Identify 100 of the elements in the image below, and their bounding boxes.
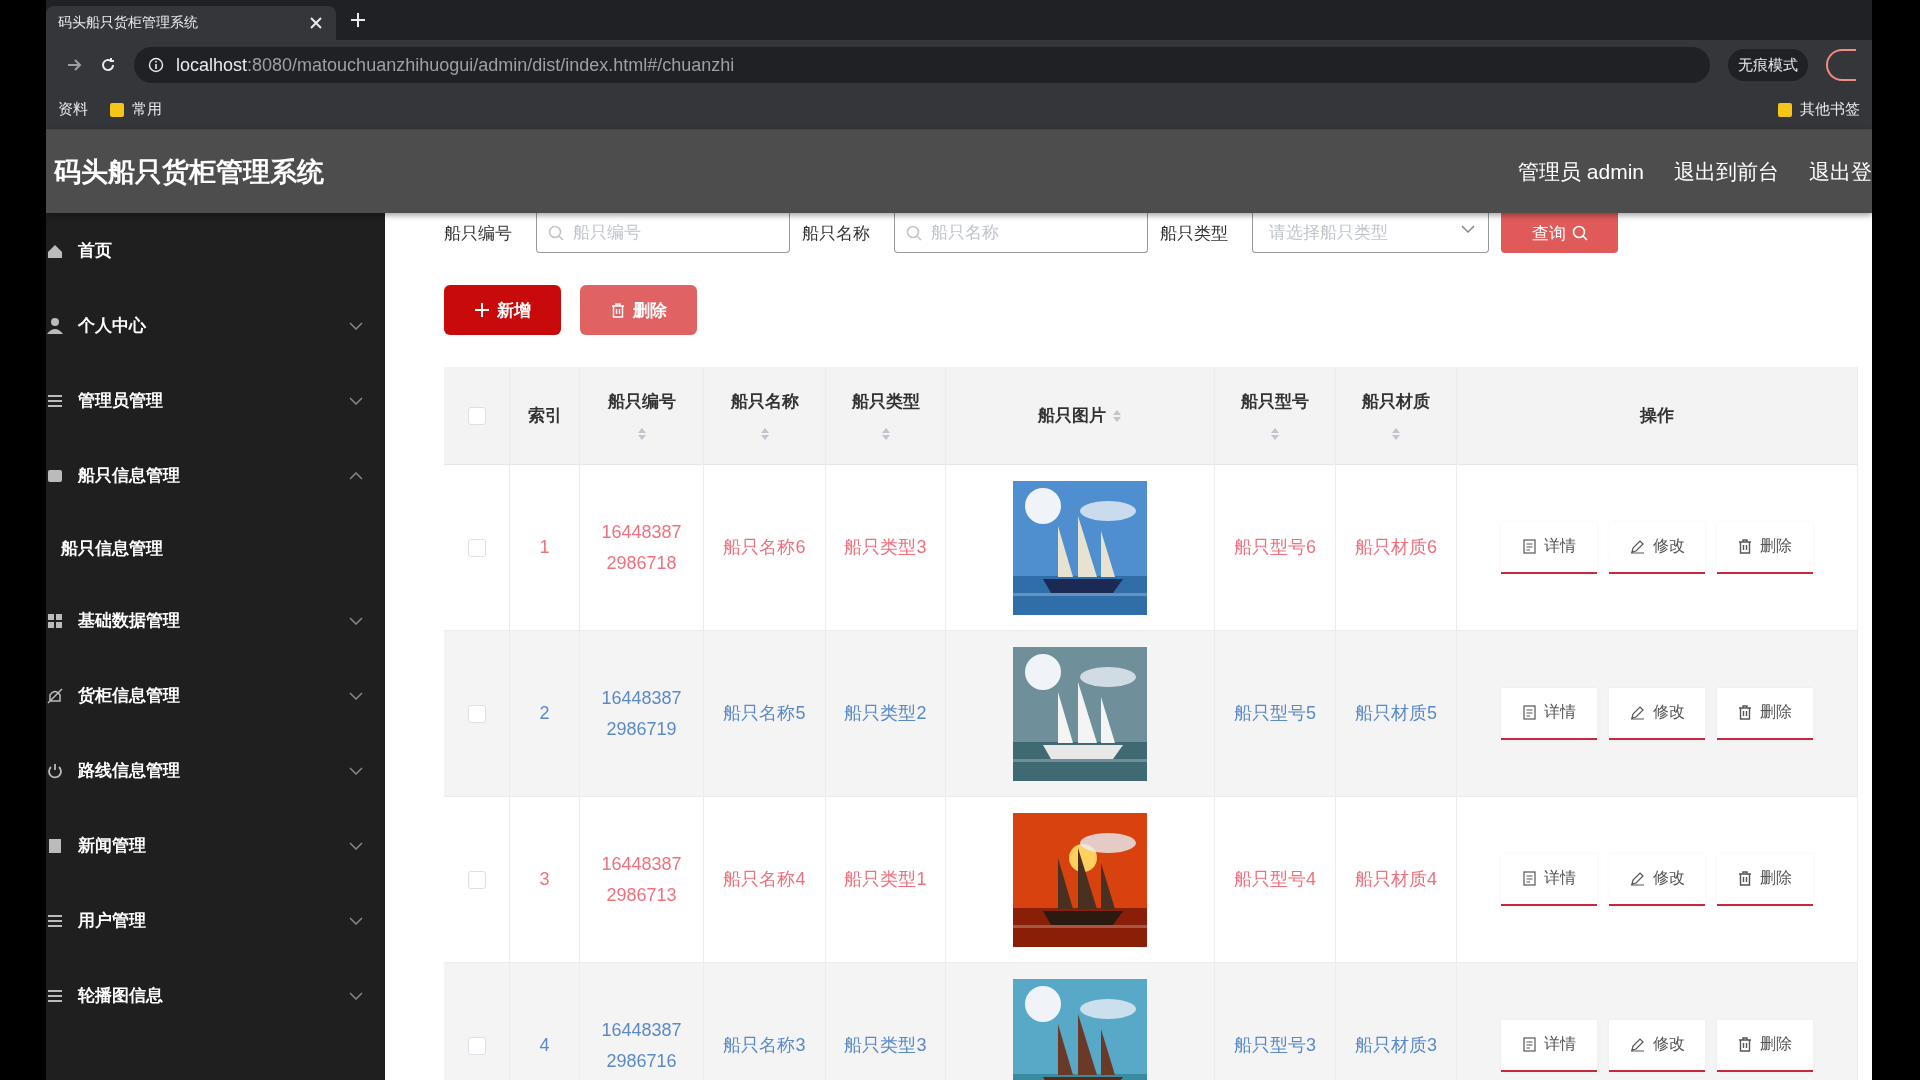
sidebar-item[interactable]: 船只信息管理 [46, 438, 385, 513]
plus-icon [474, 303, 489, 317]
sidebar-item[interactable]: 用户管理 [46, 883, 385, 958]
field-label: 船只编号 [444, 222, 513, 245]
header-link[interactable]: 退出登 [1809, 157, 1872, 186]
table-cell-text: 船只类型3 [844, 1034, 927, 1057]
table-cell-text: 2 [539, 702, 550, 725]
edit-button[interactable]: 修改 [1609, 687, 1705, 740]
table-cell-text: 3 [539, 868, 550, 891]
pencil-icon [1629, 705, 1645, 720]
delete-button[interactable]: 删除 [1717, 1019, 1813, 1072]
delete-button[interactable]: 删除 [1717, 521, 1813, 574]
table-cell-text: 1 [539, 536, 550, 559]
checkbox[interactable] [467, 538, 486, 557]
sidebar-item[interactable]: 轮播图信息 [46, 958, 385, 1033]
edit-button[interactable]: 修改 [1609, 853, 1705, 906]
bookmark[interactable]: 常用 [110, 100, 162, 119]
bell-off-icon [46, 686, 64, 705]
chevron-icon [349, 841, 363, 850]
column-header: 船只材质 [1362, 391, 1430, 413]
address-bar[interactable]: localhost:8080/matouchuanzhihuogui/admin/dist/index.html#/chuanzhi [134, 47, 1710, 83]
sort-icon[interactable] [880, 427, 891, 441]
table-cell-text: 船只型号5 [1234, 702, 1316, 725]
checkbox[interactable] [467, 870, 486, 889]
url-text: localhost:8080/matouchuanzhihuogui/admin/dist/index.html#/chuanzhi [176, 54, 735, 76]
table-cell-text: 船只类型2 [844, 702, 927, 725]
sort-icon[interactable] [1391, 427, 1401, 441]
bookmark[interactable]: 资料 [58, 100, 88, 119]
table-cell-text: 船只名称4 [723, 868, 806, 891]
sidebar-subitem[interactable]: 船只信息管理 [46, 513, 385, 583]
table-cell-text: 船只材质6 [1355, 536, 1437, 559]
detail-button[interactable]: 详情 [1501, 521, 1597, 574]
document-icon [1522, 705, 1536, 720]
checkbox[interactable] [467, 406, 486, 425]
grid-icon [46, 611, 64, 630]
checkbox[interactable] [467, 704, 486, 723]
table-cell-text: 船只型号6 [1234, 536, 1316, 559]
chevron-icon [349, 766, 363, 775]
table-cell-text: 船只类型3 [844, 536, 927, 559]
sort-icon[interactable] [759, 427, 770, 441]
select-field[interactable]: 请选择船只类型 [1252, 213, 1489, 253]
checkbox[interactable] [467, 1036, 486, 1055]
sidebar-item[interactable]: 管理员管理 [46, 363, 385, 438]
column-header: 船只名称 [730, 391, 799, 413]
chevron-icon [349, 471, 363, 480]
delete-button[interactable]: 删除 [1717, 687, 1813, 740]
header-link[interactable]: 退出到前台 [1674, 157, 1779, 186]
field-label: 船只名称 [802, 222, 871, 245]
table-cell-text: 船只名称6 [723, 536, 806, 559]
sort-icon[interactable] [636, 427, 647, 441]
column-header: 索引 [527, 405, 562, 427]
trash-icon [610, 302, 625, 318]
input-field[interactable]: 船只名称 [894, 213, 1148, 253]
chevron-icon [1461, 225, 1475, 233]
forward-icon[interactable] [66, 57, 82, 73]
sidebar-item[interactable]: 路线信息管理 [46, 733, 385, 808]
query-button[interactable]: 查询 [1501, 213, 1618, 253]
sidebar-item[interactable]: 新闻管理 [46, 808, 385, 883]
sidebar-item[interactable]: 首页 [46, 213, 385, 288]
sidebar-item[interactable]: 货柜信息管理 [46, 658, 385, 733]
edit-button[interactable]: 修改 [1609, 1019, 1705, 1072]
reload-icon[interactable] [100, 57, 116, 73]
trash-icon [1738, 539, 1752, 554]
table-cell-text: 船只材质3 [1355, 1034, 1437, 1057]
add-button[interactable]: 新增 [444, 285, 561, 335]
pencil-icon [1629, 1037, 1645, 1052]
detail-button[interactable]: 详情 [1501, 1019, 1597, 1072]
sort-icon[interactable] [1270, 427, 1280, 441]
column-header: 船只编号 [607, 391, 676, 413]
table-cell-text: 船只类型1 [844, 868, 927, 891]
table-cell-text: 船只名称3 [723, 1034, 806, 1057]
sidebar-item[interactable]: 个人中心 [46, 288, 385, 363]
trash-icon [1738, 705, 1752, 720]
trash-icon [1738, 871, 1752, 886]
document-icon [1522, 871, 1536, 886]
input-field[interactable]: 船只编号 [536, 213, 790, 253]
browser-tab[interactable]: 码头船只货柜管理系统 [46, 6, 336, 40]
detail-button[interactable]: 详情 [1501, 687, 1597, 740]
table-cell-text: 16448387 2986713 [601, 852, 682, 907]
search-icon [906, 225, 922, 241]
edit-button[interactable]: 修改 [1609, 521, 1705, 574]
table-cell-text: 船只材质5 [1355, 702, 1437, 725]
table-cell-text: 16448387 2986719 [601, 686, 682, 741]
plus-icon[interactable] [350, 12, 366, 28]
pencil-icon [1629, 539, 1645, 554]
chevron-icon [349, 321, 363, 330]
chevron-icon [349, 616, 363, 625]
sort-icon[interactable] [1112, 408, 1122, 423]
close-icon[interactable] [308, 15, 324, 31]
table-cell-text: 4 [539, 1034, 550, 1057]
bookmark[interactable]: 其他书签 [1778, 100, 1860, 119]
incognito-badge[interactable]: 无痕模式 [1728, 49, 1808, 81]
sidebar-item[interactable]: 基础数据管理 [46, 583, 385, 658]
table-cell-text: 船只材质4 [1355, 868, 1437, 891]
delete-button[interactable]: 删除 [1717, 853, 1813, 906]
table-cell-text: 船只型号4 [1234, 868, 1316, 891]
document-icon [46, 836, 64, 855]
app-title: 码头船只货柜管理系统 [54, 155, 325, 189]
info-icon [148, 57, 164, 73]
detail-button[interactable]: 详情 [1501, 853, 1597, 906]
